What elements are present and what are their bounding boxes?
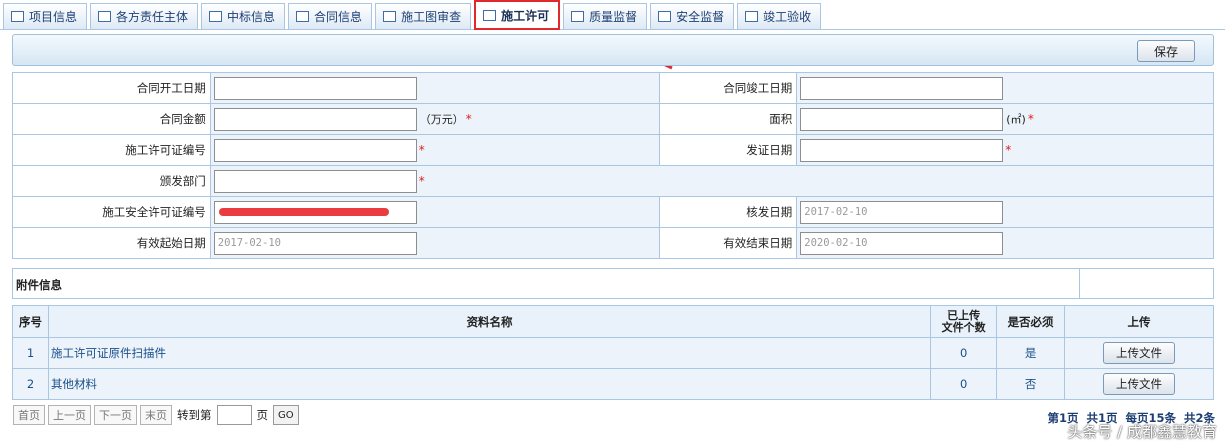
attachments-title: 附件信息 (16, 278, 62, 292)
col-header-required: 是否必须 (996, 305, 1066, 338)
row-index: 1 (12, 337, 49, 369)
row-required: 否 (996, 368, 1066, 400)
row-count: 0 (930, 337, 998, 369)
permit-form: 合同开工日期 合同竣工日期 合同金额 （万元） * 面积 (㎡) * 施工许可证编号… (12, 72, 1215, 259)
tab-completion-acceptance[interactable]: 竣工验收 (737, 3, 822, 29)
attachments-table: 序号 资料名称 已上传 文件个数 是否必须 上传 1 施工许可证原件扫描件 0 … (12, 305, 1214, 400)
row-required: 是 (996, 337, 1066, 369)
next-page-button[interactable]: 下一页 (94, 405, 137, 425)
page-unit-label: 页 (256, 408, 269, 422)
row-count: 0 (930, 368, 998, 400)
upload-file-button[interactable]: 上传文件 (1103, 373, 1176, 395)
required-mark: * (418, 143, 425, 157)
valid-end-input[interactable] (800, 231, 1004, 255)
approve-date-label: 核发日期 (659, 196, 798, 228)
valid-end-label: 有效结束日期 (659, 227, 798, 259)
tab-label: 安全监督 (676, 10, 725, 24)
tab-label: 施工许可 (501, 8, 550, 23)
attachments-header: 附件信息 (12, 268, 1214, 299)
contract-start-input[interactable] (213, 76, 417, 100)
col-header-upload: 上传 (1064, 305, 1214, 338)
contract-end-input[interactable] (800, 76, 1004, 100)
area-unit: (㎡) (1006, 113, 1026, 126)
tab-label: 合同信息 (314, 10, 363, 24)
tab-project-info[interactable]: 项目信息 (3, 3, 88, 29)
prev-page-button[interactable]: 上一页 (48, 405, 91, 425)
valid-start-label: 有效起始日期 (12, 227, 211, 259)
required-mark: * (418, 174, 425, 188)
tab-drawing-review[interactable]: 施工图审查 (375, 3, 472, 29)
issue-date-input[interactable] (800, 138, 1004, 162)
row-index: 2 (12, 368, 49, 400)
checkbox-icon (483, 9, 497, 21)
table-row: 2 其他材料 0 否 上传文件 (12, 368, 1214, 400)
approve-date-input[interactable] (800, 200, 1004, 224)
issue-date-label: 发证日期 (659, 134, 798, 166)
page-number-input[interactable] (216, 405, 252, 425)
checkbox-icon (571, 11, 585, 22)
tab-bid-info[interactable]: 中标信息 (201, 3, 286, 29)
checkbox-icon (209, 11, 223, 22)
col-header-index: 序号 (12, 305, 49, 338)
checkbox-icon (745, 11, 759, 22)
tab-safety-supervision[interactable]: 安全监督 (650, 3, 735, 29)
col-header-count: 已上传 文件个数 (930, 305, 998, 338)
permit-number-label: 施工许可证编号 (12, 134, 211, 166)
tab-bar: 项目信息 各方责任主体 中标信息 合同信息 施工图审查 施工许可 质量监督 安全… (0, 0, 1225, 30)
tab-contract-info[interactable]: 合同信息 (288, 3, 373, 29)
table-row: 1 施工许可证原件扫描件 0 是 上传文件 (12, 337, 1214, 369)
tab-label: 竣工验收 (763, 10, 812, 24)
required-mark: * (1005, 143, 1012, 157)
checkbox-icon (98, 11, 112, 22)
contract-end-label: 合同竣工日期 (659, 72, 798, 104)
tab-label: 施工图审查 (401, 10, 462, 24)
goto-label: 转到第 (177, 408, 212, 422)
issuer-input[interactable] (213, 169, 417, 193)
toolbar: 保存 (12, 34, 1214, 66)
tab-label: 质量监督 (589, 10, 638, 24)
redaction-mark (218, 207, 389, 216)
row-name: 施工许可证原件扫描件 (47, 337, 932, 369)
upload-file-button[interactable]: 上传文件 (1103, 342, 1176, 364)
tab-construction-permit[interactable]: 施工许可 (474, 0, 561, 30)
checkbox-icon (296, 11, 310, 22)
pager: 首页 上一页 下一页 末页 转到第 页 GO (13, 405, 299, 425)
required-mark: * (465, 112, 472, 126)
permit-number-input[interactable] (213, 138, 417, 162)
valid-start-input[interactable] (213, 231, 417, 255)
issuer-label: 颁发部门 (12, 165, 211, 197)
tab-label: 各方责任主体 (116, 10, 189, 24)
contract-amount-input[interactable] (213, 107, 417, 131)
col-header-name: 资料名称 (47, 305, 932, 338)
safety-permit-label: 施工安全许可证编号 (12, 196, 211, 228)
attachments-header-cell (1079, 269, 1213, 298)
area-label: 面积 (659, 103, 798, 135)
save-button[interactable]: 保存 (1137, 40, 1195, 62)
checkbox-icon (11, 11, 24, 22)
first-page-button[interactable]: 首页 (13, 405, 45, 425)
required-mark: * (1027, 112, 1034, 126)
tab-label: 项目信息 (29, 10, 78, 24)
tab-label: 中标信息 (227, 10, 276, 24)
tab-quality-supervision[interactable]: 质量监督 (563, 3, 648, 29)
contract-start-label: 合同开工日期 (12, 72, 211, 104)
area-input[interactable] (800, 107, 1004, 131)
row-name: 其他材料 (47, 368, 932, 400)
watermark: 头条号 / 成都鑫慧教育 (1067, 423, 1217, 441)
amount-unit: （万元） (419, 113, 464, 126)
checkbox-icon (658, 11, 672, 22)
contract-amount-label: 合同金额 (12, 103, 211, 135)
tab-responsible-parties[interactable]: 各方责任主体 (90, 3, 199, 29)
last-page-button[interactable]: 末页 (140, 405, 172, 425)
go-button[interactable]: GO (273, 405, 299, 425)
checkbox-icon (383, 11, 397, 22)
